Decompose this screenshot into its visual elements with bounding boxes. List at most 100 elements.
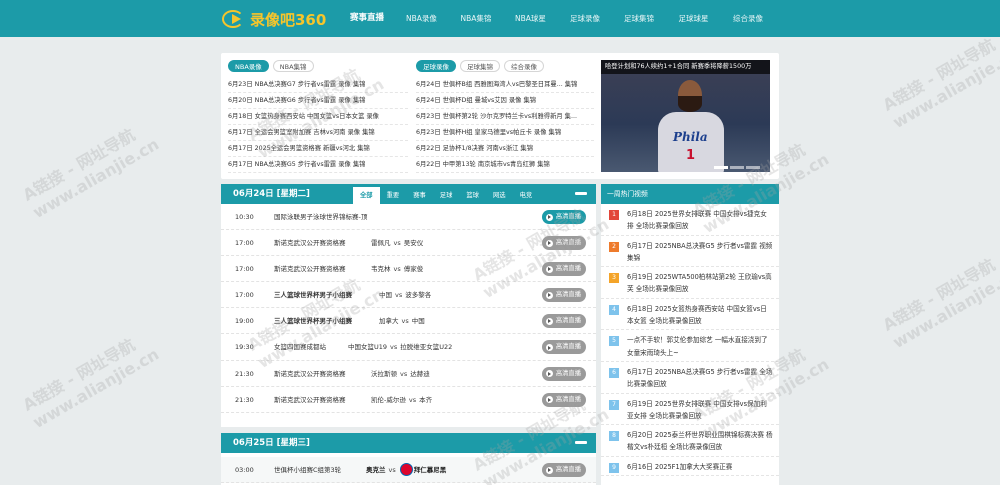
hot-item-title[interactable]: 6月17日 2025NBA总决赛G5 步行者vs雷霆 全场比赛录像回放 xyxy=(627,368,772,388)
hot-item[interactable]: 7 6月19日 2025世界女排联赛 中国女排vs保加利亚女排 全场比赛录像回放 xyxy=(601,394,779,426)
home-team[interactable]: 中国女篮U19 xyxy=(348,343,387,351)
away-team[interactable]: 傅家俊 xyxy=(404,265,424,273)
news-item[interactable]: 6月17日 2025全运会男篮资格赛 新疆vs河北 集锦 xyxy=(228,141,408,157)
match-event[interactable]: 斯诺克武汉公开赛资格赛 xyxy=(274,361,346,387)
tab-football-replay[interactable]: 足球录像 xyxy=(416,60,456,72)
home-team[interactable]: 加拿大 xyxy=(379,317,399,325)
away-team[interactable]: 中国 xyxy=(412,317,425,325)
hot-item[interactable]: 6 6月17日 2025NBA总决赛G5 步行者vs雷霆 全场比赛录像回放 xyxy=(601,362,779,394)
hot-item-title[interactable]: 6月19日 2025世界女排联赛 中国女排vs保加利亚女排 全场比赛录像回放 xyxy=(627,400,767,420)
away-team[interactable]: 吴安仪 xyxy=(404,239,424,247)
collapse-icon[interactable] xyxy=(575,441,587,444)
home-team[interactable]: 凯伦-威尔逊 xyxy=(371,396,406,404)
news-item[interactable]: 6月17日 全运会男篮室附加赛 吉林vs河南 录像 集锦 xyxy=(228,125,408,141)
hot-item-title[interactable]: 6月18日 2025女篮热身赛西安站 中国女篮vs日本女篮 全场比赛录像回放 xyxy=(627,305,767,325)
filter-tab-esports[interactable]: 电竞 xyxy=(513,187,540,204)
hd-live-button[interactable]: 高清直播 xyxy=(541,236,586,251)
schedule-date: 06月25日 [星期三] xyxy=(233,438,310,448)
home-team[interactable]: 奥克兰 xyxy=(366,466,386,474)
away-team[interactable]: 本齐 xyxy=(419,396,432,404)
home-team[interactable]: 韦克林 xyxy=(371,265,391,273)
nav-general-replay[interactable]: 综合录像 xyxy=(721,0,775,37)
banner-dot[interactable] xyxy=(746,166,760,169)
hd-live-button[interactable]: 高清直播 xyxy=(541,340,586,355)
news-item[interactable]: 6月22日 足协杯1/8决赛 河南vs浙江 集锦 xyxy=(416,141,594,157)
hot-item-title[interactable]: 6月20日 2025泰兰杯世界职业围棋锦标赛决赛 杨楷文vs朴廷桓 全场比赛录像… xyxy=(627,431,773,451)
nav-football-stars[interactable]: 足球球星 xyxy=(666,0,721,37)
home-team[interactable]: 中国 xyxy=(379,291,392,299)
news-item[interactable]: 6月18日 女篮热身赛西安站 中国女篮vs日本女篮 录像 xyxy=(228,109,408,125)
hot-item-title[interactable]: 6月17日 2025NBA总决赛G5 步行者vs雷霆 视频集锦 xyxy=(627,242,772,262)
nav-football-highlights[interactable]: 足球集锦 xyxy=(612,0,666,37)
tab-nba-highlights[interactable]: NBA集锦 xyxy=(272,60,314,72)
button-label: 高清直播 xyxy=(555,265,581,273)
match-event[interactable]: 斯诺克武汉公开赛资格赛 xyxy=(274,387,346,413)
match-event[interactable]: 女篮四国赛成都站 xyxy=(274,334,326,360)
hot-item[interactable]: 9 6月16日 2025F1加拿大大奖赛正赛 xyxy=(601,457,779,477)
hd-live-button[interactable]: 高清直播 xyxy=(541,288,586,303)
match-event[interactable]: 国际泳联男子泳球世界锦标赛-顶 xyxy=(274,204,367,230)
hot-item-title[interactable]: 一点不手软！郭艾伦参加综艺 一幅水直接浇到了女童宋雨琦头上~ xyxy=(627,336,768,356)
button-label: 高清直播 xyxy=(555,466,581,473)
away-team[interactable]: 拉脱维亚女篮U22 xyxy=(400,343,452,351)
match-event[interactable]: 三人篮球世界杯男子小组赛 xyxy=(274,308,352,334)
schedule-date: 06月24日 [星期二] xyxy=(233,189,310,199)
banner-dot[interactable] xyxy=(730,166,744,169)
home-team[interactable]: 雷佩凡 xyxy=(371,239,391,247)
news-item[interactable]: 6月24日 世俱杯D组 曼城vs艾因 录像 集锦 xyxy=(416,93,594,109)
collapse-icon[interactable] xyxy=(575,192,587,195)
news-item[interactable]: 6月23日 世俱杯H组 皇家马德里vs帕丘卡 录像 集锦 xyxy=(416,125,594,141)
hd-live-button[interactable]: 高清直播 xyxy=(541,366,586,381)
watermark: A链接 - 网址导航 www.alianjie.cn xyxy=(19,125,163,222)
rank-badge: 9 xyxy=(609,462,619,473)
nav-live[interactable]: 赛事直播 xyxy=(340,0,394,37)
filter-tab-selection[interactable]: 网选 xyxy=(486,187,513,204)
nav-nba-stars[interactable]: NBA球星 xyxy=(503,0,558,37)
filter-tab-important[interactable]: 重要 xyxy=(380,187,407,204)
banner-caption[interactable]: 哈登计划和76人续约1+1合同 新赛季将降薪1500万 xyxy=(601,60,770,74)
news-item[interactable]: 6月22日 中甲第13轮 南京城市vs青岛红狮 集锦 xyxy=(416,157,594,173)
hot-item[interactable]: 8 6月20日 2025泰兰杯世界职业围棋锦标赛决赛 杨楷文vs朴廷桓 全场比赛录… xyxy=(601,425,779,457)
news-item[interactable]: 6月23日 世俱杯第2轮 沙尔克罗特兰卡vs利雅得新月 集... xyxy=(416,109,594,125)
match-event[interactable]: 世俱杯小组赛C组第3轮 xyxy=(274,457,341,483)
hot-item-title[interactable]: 6月16日 2025F1加拿大大奖赛正赛 xyxy=(627,463,732,471)
nav-nba-highlights[interactable]: NBA集锦 xyxy=(449,0,503,37)
hot-panel-title: 一周热门视频 xyxy=(601,184,779,204)
match-event[interactable]: 斯诺克武汉公开赛资格赛 xyxy=(274,256,346,282)
news-item[interactable]: 6月23日 NBA总决赛G7 步行者vs雷霆 录像 集锦 xyxy=(228,77,408,93)
site-logo[interactable]: 录像吧360 xyxy=(220,6,340,32)
featured-banner[interactable]: 哈登计划和76人续约1+1合同 新赛季将降薪1500万 Phila 1 xyxy=(601,60,770,172)
hd-live-button[interactable]: 高清直播 xyxy=(541,463,586,477)
news-item[interactable]: 6月17日 NBA总决赛G5 步行者vs雷霆 录像 集锦 xyxy=(228,157,408,173)
nav-football-replay[interactable]: 足球录像 xyxy=(558,0,612,37)
filter-tab-football[interactable]: 足球 xyxy=(433,187,460,204)
hd-live-button[interactable]: 高清直播 xyxy=(541,210,586,224)
hot-item-title[interactable]: 6月18日 2025世界女排联赛 中国女排vs捷克女排 全场比赛录像回放 xyxy=(627,210,767,230)
hd-live-button[interactable]: 高清直播 xyxy=(541,392,586,407)
tab-nba-replay[interactable]: NBA录像 xyxy=(228,60,269,72)
match-event[interactable]: 斯诺克武汉公开赛资格赛 xyxy=(274,230,346,256)
filter-tab-all[interactable]: 全部 xyxy=(353,187,380,204)
hot-item[interactable]: 1 6月18日 2025世界女排联赛 中国女排vs捷克女排 全场比赛录像回放 xyxy=(601,204,779,236)
filter-tab-events[interactable]: 赛事 xyxy=(406,187,433,204)
hot-item[interactable]: 4 6月18日 2025女篮热身赛西安站 中国女篮vs日本女篮 全场比赛录像回放 xyxy=(601,299,779,331)
home-team[interactable]: 沃拉斯顿 xyxy=(371,370,397,378)
hot-item[interactable]: 2 6月17日 2025NBA总决赛G5 步行者vs雷霆 视频集锦 xyxy=(601,236,779,268)
match-event[interactable]: 三人篮球世界杯男子小组赛 xyxy=(274,282,352,308)
hd-live-button[interactable]: 高清直播 xyxy=(541,314,586,329)
banner-dot[interactable] xyxy=(714,166,728,169)
hot-item[interactable]: 5 一点不手软！郭艾伦参加综艺 一幅水直接浇到了女童宋雨琦头上~ xyxy=(601,330,779,362)
news-item[interactable]: 6月24日 世俱杯B组 西雅图海湾人vs巴黎圣日耳曼... 集锦 xyxy=(416,77,594,93)
news-item[interactable]: 6月20日 NBA总决赛G6 步行者vs雷霆 录像 集锦 xyxy=(228,93,408,109)
away-team[interactable]: 达赫迪 xyxy=(410,370,430,378)
tab-general-replay[interactable]: 综合录像 xyxy=(504,60,544,72)
hd-live-button[interactable]: 高清直播 xyxy=(541,262,586,277)
hot-item[interactable]: 3 6月19日 2025WTA500柏林站第2轮 王欣瑜vs高芙 全场比赛录像回放 xyxy=(601,267,779,299)
match-teams: 中国女篮U19 vs 拉脱维亚女篮U22 xyxy=(348,343,453,352)
tab-football-highlights[interactable]: 足球集锦 xyxy=(460,60,500,72)
filter-tab-basketball[interactable]: 篮球 xyxy=(459,187,486,204)
nav-nba-replay[interactable]: NBA录像 xyxy=(394,0,449,37)
away-team[interactable]: 拜仁慕尼黑 xyxy=(414,466,447,474)
away-team[interactable]: 波多黎各 xyxy=(405,291,431,299)
hot-item-title[interactable]: 6月19日 2025WTA500柏林站第2轮 王欣瑜vs高芙 全场比赛录像回放 xyxy=(627,273,772,293)
